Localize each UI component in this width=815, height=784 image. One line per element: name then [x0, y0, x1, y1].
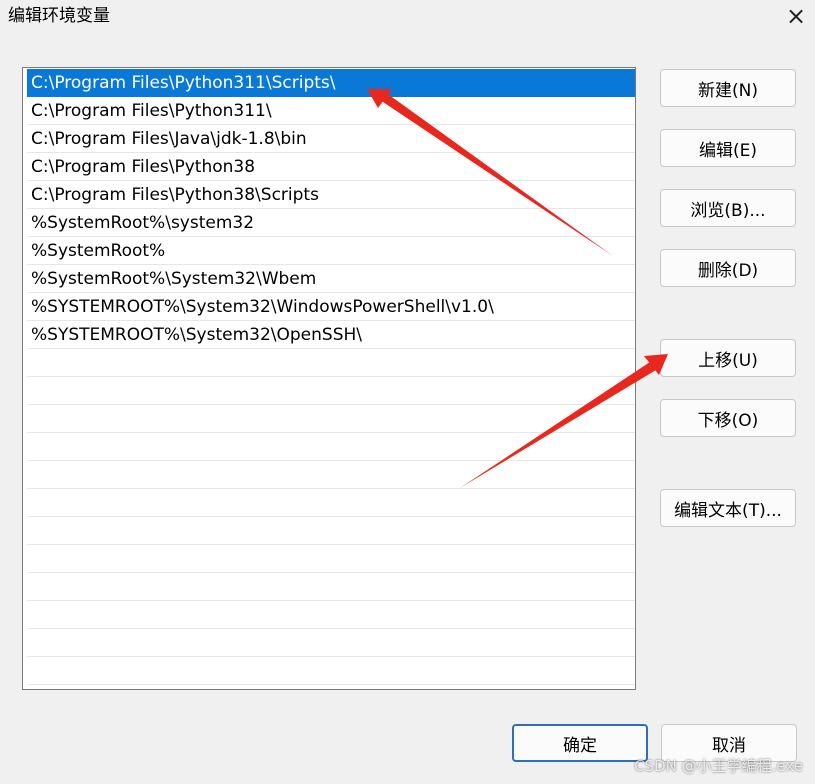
list-item-text: %SYSTEMROOT%\System32\WindowsPowerShell\…	[31, 297, 494, 317]
list-item-text: C:\Program Files\Python311\Scripts\	[31, 73, 336, 93]
empty-row	[27, 629, 635, 657]
list-item[interactable]: C:\Program Files\Python311\Scripts\	[27, 69, 635, 97]
dialog-title: 编辑环境变量	[8, 6, 110, 26]
list-item-text: C:\Program Files\Python38\Scripts	[31, 185, 319, 205]
list-item-text: %SystemRoot%	[31, 241, 166, 261]
list-item[interactable]: %SystemRoot%\system32	[27, 209, 635, 237]
list-item-text: %SystemRoot%\System32\Wbem	[31, 269, 317, 289]
browse-button[interactable]: 浏览(B)...	[660, 189, 796, 227]
empty-row	[27, 405, 635, 433]
edit-text-button[interactable]: 编辑文本(T)...	[660, 489, 796, 527]
empty-row	[27, 349, 635, 377]
edit-button[interactable]: 编辑(E)	[660, 129, 796, 167]
list-item-text: C:\Program Files\Python311\	[31, 101, 272, 121]
close-icon[interactable]: ×	[783, 3, 809, 29]
list-item[interactable]: C:\Program Files\Python311\	[27, 97, 635, 125]
list-item-text: %SYSTEMROOT%\System32\OpenSSH\	[31, 325, 363, 345]
empty-row	[27, 377, 635, 405]
move-up-button[interactable]: 上移(U)	[660, 339, 796, 377]
list-item[interactable]: %SystemRoot%	[27, 237, 635, 265]
list-item-text: C:\Program Files\Java\jdk-1.8\bin	[31, 129, 307, 149]
path-list[interactable]: C:\Program Files\Python311\Scripts\ C:\P…	[22, 67, 636, 690]
list-item[interactable]: %SYSTEMROOT%\System32\WindowsPowerShell\…	[27, 293, 635, 321]
empty-row	[27, 433, 635, 461]
list-item[interactable]: C:\Program Files\Java\jdk-1.8\bin	[27, 125, 635, 153]
list-item-text: C:\Program Files\Python38	[31, 157, 256, 177]
list-item[interactable]: %SYSTEMROOT%\System32\OpenSSH\	[27, 321, 635, 349]
title-bar: 编辑环境变量 ×	[0, 0, 815, 38]
empty-row	[27, 461, 635, 489]
move-down-button[interactable]: 下移(O)	[660, 399, 796, 437]
empty-row	[27, 657, 635, 685]
ok-button[interactable]: 确定	[512, 724, 648, 762]
list-item[interactable]: %SystemRoot%\System32\Wbem	[27, 265, 635, 293]
empty-row	[27, 573, 635, 601]
list-item[interactable]: C:\Program Files\Python38\Scripts	[27, 181, 635, 209]
delete-button[interactable]: 删除(D)	[660, 249, 796, 287]
watermark: CSDN @小王学编程.exe	[634, 757, 803, 775]
list-item[interactable]: C:\Program Files\Python38	[27, 153, 635, 181]
empty-row	[27, 517, 635, 545]
new-button[interactable]: 新建(N)	[660, 69, 796, 107]
empty-row	[27, 601, 635, 629]
empty-row	[27, 489, 635, 517]
list-item-text: %SystemRoot%\system32	[31, 213, 255, 233]
empty-row	[27, 545, 635, 573]
